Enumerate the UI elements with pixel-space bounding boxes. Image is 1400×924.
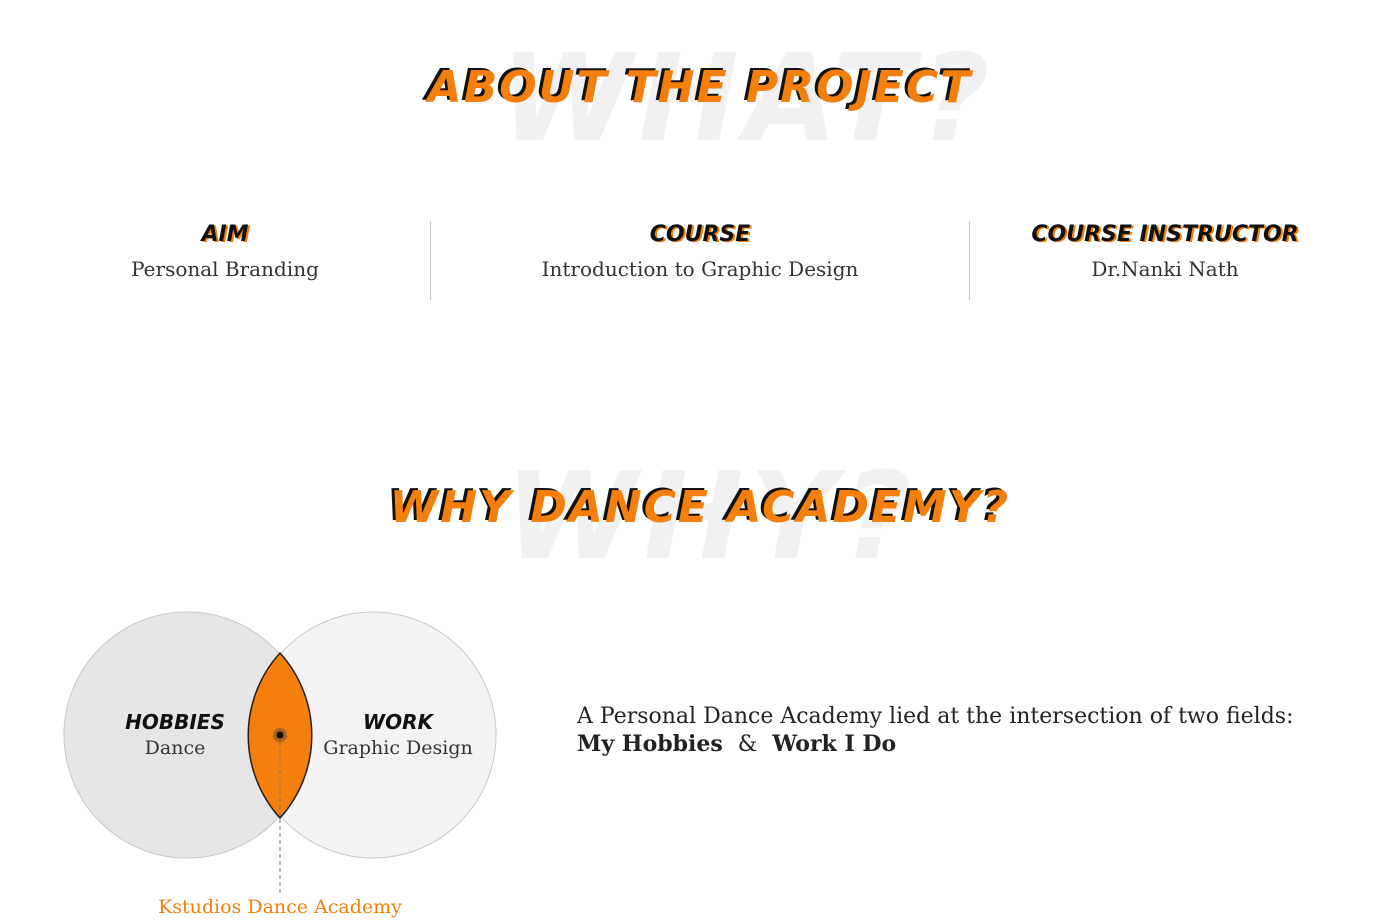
- intersection-label: Kstudios Dance Academy: [158, 896, 402, 918]
- divider: [430, 221, 431, 300]
- about-title: ABOUT THE PROJECT: [427, 62, 973, 113]
- course-column: COURSE Introduction to Graphic Design: [450, 222, 950, 281]
- work-value: Graphic Design: [323, 737, 473, 759]
- instructor-value: Dr.Nanki Nath: [1091, 257, 1239, 281]
- why-title: WHY DANCE ACADEMY?: [389, 482, 1011, 533]
- ampersand: &: [737, 732, 758, 757]
- description: A Personal Dance Academy lied at the int…: [577, 704, 1294, 757]
- hobbies-heading: HOBBIES: [125, 710, 225, 734]
- instructor-column: COURSE INSTRUCTOR Dr.Nanki Nath: [990, 222, 1340, 281]
- course-heading: COURSE: [649, 222, 751, 247]
- hobbies-emphasis: My Hobbies: [577, 731, 723, 757]
- instructor-heading: COURSE INSTRUCTOR: [1031, 222, 1299, 247]
- description-line: A Personal Dance Academy lied at the int…: [577, 704, 1294, 729]
- aim-value: Personal Branding: [131, 257, 319, 281]
- pointer-dot: [276, 731, 284, 739]
- work-heading: WORK: [363, 710, 433, 734]
- work-emphasis: Work I Do: [772, 731, 897, 757]
- hobbies-value: Dance: [144, 737, 206, 759]
- aim-column: AIM Personal Branding: [40, 222, 410, 281]
- course-value: Introduction to Graphic Design: [541, 257, 859, 281]
- aim-heading: AIM: [201, 222, 249, 247]
- divider: [969, 221, 970, 300]
